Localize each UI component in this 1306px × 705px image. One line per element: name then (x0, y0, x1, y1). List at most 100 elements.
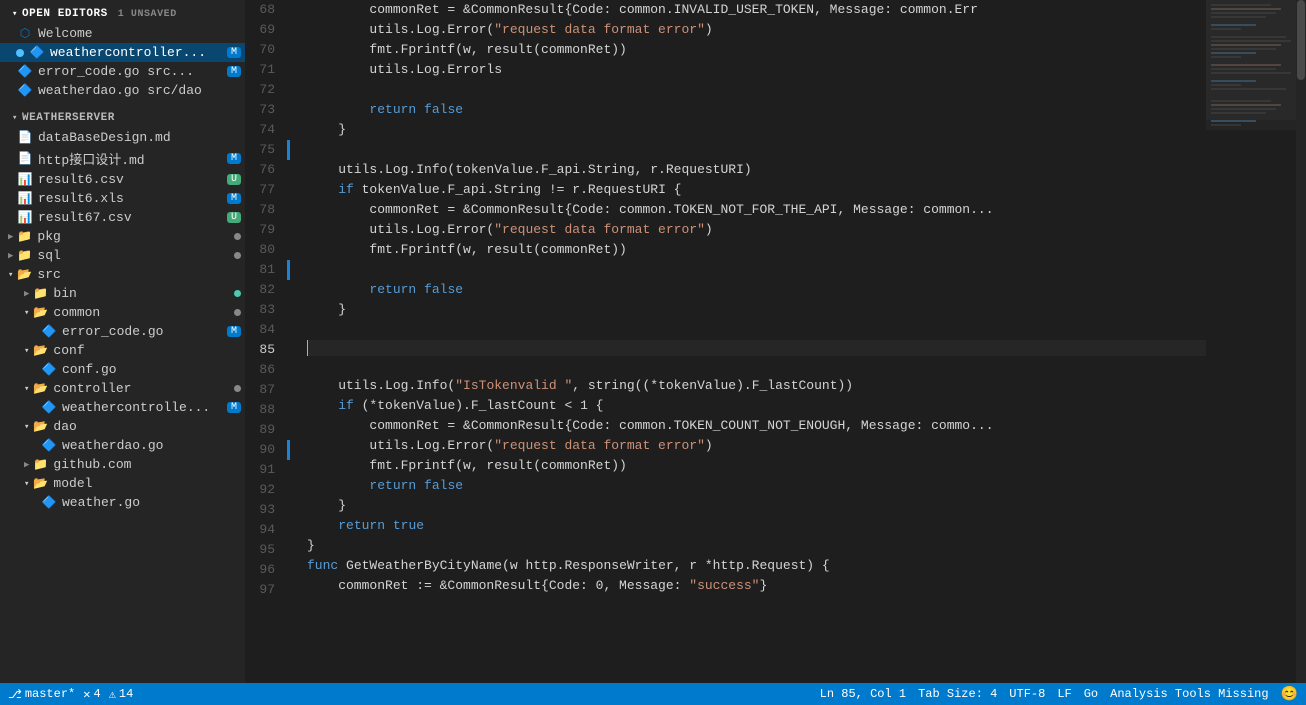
code-editor[interactable]: 68 69 70 71 72 73 74 75 76 77 78 79 80 8… (245, 0, 1306, 683)
sidebar-item-wc2[interactable]: 🔷 weathercontrolle... M (0, 398, 245, 417)
warning-count[interactable]: ⚠ 14 (109, 687, 134, 702)
code-line-97: commonRet := &CommonResult{Code: 0, Mess… (307, 576, 1206, 596)
analysis-tools-item[interactable]: Analysis Tools Missing (1110, 687, 1268, 701)
sidebar-item-bin[interactable]: ▶ 📁 bin (0, 284, 245, 303)
code-body: 68 69 70 71 72 73 74 75 76 77 78 79 80 8… (245, 0, 1306, 683)
sidebar-item-result6csv[interactable]: 📊 result6.csv U (0, 170, 245, 189)
change-91 (287, 460, 290, 480)
badge-u2: U (227, 212, 241, 223)
change-87 (287, 380, 290, 400)
sidebar-item-github[interactable]: ▶ 📁 github.com (0, 455, 245, 474)
sidebar-item-weather-go[interactable]: 🔷 weather.go (0, 493, 245, 512)
go-icon: 🔷 (28, 45, 46, 60)
change-96 (287, 560, 290, 580)
wc-label: weathercontroller... (50, 45, 227, 60)
code-line-68: commonRet = &CommonResult{Code: common.I… (307, 0, 1206, 20)
folder-dao: 📂 (31, 419, 49, 434)
sidebar-item-result67csv[interactable]: 📊 result67.csv U (0, 208, 245, 227)
code-line-76: utils.Log.Info(tokenValue.F_api.String, … (307, 160, 1206, 180)
weatherdao-label: weatherdao.go src/dao (38, 83, 245, 98)
change-89 (287, 420, 290, 440)
weatherserver-header[interactable]: ▾ WEATHERSERVER (0, 104, 245, 128)
sidebar-item-result6xls[interactable]: 📊 result6.xls M (0, 189, 245, 208)
sidebar-item-pkg[interactable]: ▶ 📁 pkg (0, 227, 245, 246)
sidebar-item-weathercontroller[interactable]: 🔷 weathercontroller... M (0, 43, 245, 62)
folder-common: 📂 (31, 305, 49, 320)
sidebar-item-common[interactable]: ▾ 📂 common (0, 303, 245, 322)
weather-go-label: weather.go (62, 495, 245, 510)
model-label: model (53, 476, 245, 491)
sidebar-item-conf[interactable]: ▾ 📂 conf (0, 341, 245, 360)
line-86: 86 (245, 360, 299, 380)
encoding-item[interactable]: UTF-8 (1009, 687, 1045, 701)
sql-label: sql (37, 248, 234, 263)
sidebar-item-weatherdao2[interactable]: 🔷 weatherdao.go (0, 436, 245, 455)
error-count[interactable]: ✕ 4 (83, 687, 100, 702)
git-branch-label: master* (25, 687, 75, 701)
git-branch[interactable]: ⎇ master* (8, 687, 75, 702)
sidebar-item-dao[interactable]: ▾ 📂 dao (0, 417, 245, 436)
result67csv-label: result67.csv (38, 210, 227, 225)
folder-open-src: 📂 (15, 267, 33, 282)
scrollbar-thumb[interactable] (1297, 0, 1305, 80)
bin-dot (234, 290, 241, 297)
line-93: 93 (245, 500, 299, 520)
sidebar-item-error-code2[interactable]: 🔷 error_code.go M (0, 322, 245, 341)
open-editors-header[interactable]: ▾ OPEN EDITORS 1 UNSAVED (0, 0, 245, 24)
vscode-icon: ⬡ (16, 26, 34, 41)
github-chevron: ▶ (24, 460, 29, 470)
folder-model: 📂 (31, 476, 49, 491)
language-item[interactable]: Go (1084, 687, 1098, 701)
dao-label: dao (53, 419, 245, 434)
smiley-item[interactable]: 😊 (1281, 686, 1298, 703)
cursor-pos-label: Ln 85, Col 1 (820, 687, 906, 701)
folder-icon-sql: 📁 (15, 248, 33, 263)
line-75: 75 (245, 140, 299, 160)
change-83 (287, 300, 290, 320)
line-96: 96 (245, 560, 299, 580)
unsaved-badge: 1 UNSAVED (118, 9, 177, 20)
line-91: 91 (245, 460, 299, 480)
change-85 (287, 340, 290, 360)
tab-size-item[interactable]: Tab Size: 4 (918, 687, 997, 701)
code-line-77: if tokenValue.F_api.String != r.RequestU… (307, 180, 1206, 200)
sidebar-item-error-code[interactable]: 🔷 error_code.go src... M (0, 62, 245, 81)
line-83: 83 (245, 300, 299, 320)
sidebar-item-welcome[interactable]: ⬡ Welcome (0, 24, 245, 43)
sidebar-item-src[interactable]: ▾ 📂 src (0, 265, 245, 284)
open-editors-label: OPEN EDITORS (22, 8, 108, 20)
sidebar-item-conf-go[interactable]: 🔷 conf.go (0, 360, 245, 379)
go-icon6: 🔷 (40, 495, 58, 510)
sidebar-item-weatherdao[interactable]: 🔷 weatherdao.go src/dao (0, 81, 245, 100)
result6csv-label: result6.csv (38, 172, 227, 187)
line-ending-item[interactable]: LF (1057, 687, 1071, 701)
code-line-79: utils.Log.Error("request data format err… (307, 220, 1206, 240)
code-line-70: fmt.Fprintf(w, result(commonRet)) (307, 40, 1206, 60)
line-89: 89 (245, 420, 299, 440)
vertical-scrollbar[interactable] (1296, 0, 1306, 683)
sidebar-item-dataBaseDesign[interactable]: 📄 dataBaseDesign.md (0, 128, 245, 147)
change-84 (287, 320, 290, 340)
cursor-position[interactable]: Ln 85, Col 1 (820, 687, 906, 701)
code-line-80: fmt.Fprintf(w, result(commonRet)) (307, 240, 1206, 260)
change-75 (287, 140, 290, 160)
csv-icon: 📊 (16, 172, 34, 187)
badge-u: U (227, 174, 241, 185)
change-88 (287, 400, 290, 420)
minimap-slider[interactable] (1206, 0, 1296, 120)
pkg-chevron: ▶ (8, 232, 13, 242)
sidebar-item-sql[interactable]: ▶ 📁 sql (0, 246, 245, 265)
change-95 (287, 540, 290, 560)
change-93 (287, 500, 290, 520)
line-76: 76 (245, 160, 299, 180)
main-area: ▾ OPEN EDITORS 1 UNSAVED ⬡ Welcome 🔷 wea… (0, 0, 1306, 683)
error-count-label: 4 (93, 687, 100, 701)
code-text-area[interactable]: commonRet = &CommonResult{Code: common.I… (299, 0, 1206, 683)
go-file-icon2: 🔷 (16, 83, 34, 98)
sidebar-item-controller[interactable]: ▾ 📂 controller (0, 379, 245, 398)
md-icon: 📄 (16, 130, 34, 145)
line-68: 68 (245, 0, 299, 20)
ctrl-chevron: ▾ (24, 384, 29, 394)
sidebar-item-http[interactable]: 📄 http接口设计.md M (0, 147, 245, 170)
sidebar-item-model[interactable]: ▾ 📂 model (0, 474, 245, 493)
